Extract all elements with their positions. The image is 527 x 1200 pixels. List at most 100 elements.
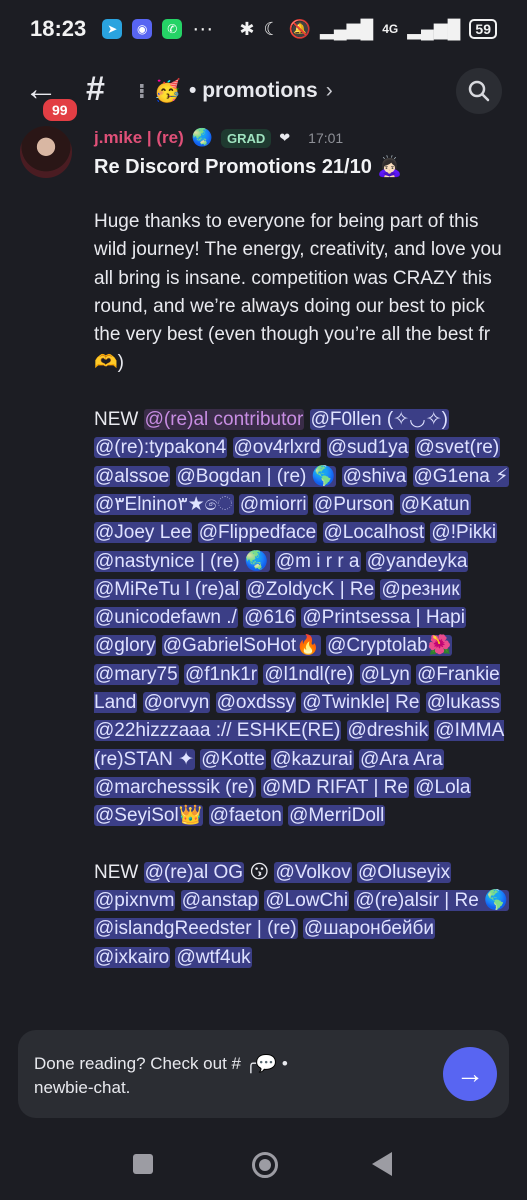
heart-icon: ❤	[279, 130, 291, 145]
divider-icon: ⁝	[138, 80, 146, 103]
whatsapp-icon: ✆	[162, 19, 183, 39]
unread-badge: 99	[40, 96, 80, 124]
user-mention[interactable]: @Kotte	[200, 748, 266, 770]
user-mention[interactable]: @резник	[380, 578, 461, 600]
user-mention[interactable]: @Flippedface	[197, 522, 318, 544]
user-mention[interactable]: @faeton	[208, 805, 283, 827]
user-mention[interactable]: @svet(re)	[414, 437, 501, 459]
composer-line-2: newbie-chat.	[34, 1078, 131, 1097]
user-mention[interactable]: @MerriDoll	[288, 805, 386, 827]
user-mention[interactable]: @22hizzzaaa :// ESHKE(RE)	[94, 720, 342, 742]
user-mention[interactable]: @Printsessa | Hapi	[301, 607, 466, 629]
user-mention[interactable]: @G1ena ⚡	[412, 465, 510, 487]
user-mention[interactable]: @٣Elnino٣★ෙ	[94, 493, 234, 515]
intro-text: Huge thanks to everyone for being part o…	[94, 211, 502, 374]
search-icon	[468, 80, 490, 102]
user-mention[interactable]: @shiva	[341, 465, 408, 487]
status-bar: 18:23 ➤ ◉ ✆ ··· ✱ ☾ 🔕 ▂▄▆█ 4G ▂▄▆█ 59	[0, 0, 527, 58]
chevron-right-icon: ›	[325, 79, 333, 102]
mute-icon: 🔕	[288, 18, 311, 39]
user-mention[interactable]: @Cryptolab🌺	[326, 635, 453, 657]
user-mention[interactable]: @MD RIFAT | Re	[260, 776, 409, 798]
user-mention[interactable]: @yandeyka	[365, 550, 469, 572]
go-button[interactable]: →	[443, 1047, 497, 1101]
user-mention[interactable]: @!Pikki	[430, 522, 498, 544]
composer-hint[interactable]: Done reading? Check out # ╭💬 • newbie-ch…	[34, 1052, 288, 1100]
channel-header: ← 99 # ⁝ 🥳 • promotions ›	[0, 58, 527, 126]
new-label: NEW	[94, 861, 139, 883]
role-mention-contributor[interactable]: @(re)al contributor	[143, 409, 305, 431]
network-type: 4G	[382, 22, 399, 36]
user-mention[interactable]: @ov4rlxrd	[232, 437, 322, 459]
android-nav-bar	[0, 1130, 527, 1200]
recents-icon[interactable]	[133, 1154, 153, 1174]
user-mention[interactable]: @шаронбейби	[302, 918, 435, 940]
user-mention[interactable]: @ixkairo	[94, 946, 171, 968]
user-mention[interactable]: @nastynice | (re) 🌏	[94, 550, 270, 572]
user-mention[interactable]: @islandgReedster | (re)	[94, 918, 298, 940]
user-mention[interactable]: @MiReTu l (re)al	[94, 578, 241, 600]
channel-hash-icon: #	[86, 70, 105, 108]
user-mention[interactable]: @(re)alsir | Re 🌎	[354, 890, 509, 912]
user-mention[interactable]: @unicodefawn ./	[94, 607, 238, 629]
user-mention[interactable]: @(re):typakon4	[94, 437, 228, 459]
user-mention[interactable]: @marchesssik (re)	[94, 776, 256, 798]
do-not-disturb-icon: ☾	[263, 18, 280, 39]
og-paragraph: NEW @(re)al OG 😗 @Volkov @Oluseyix @pixn…	[94, 859, 514, 972]
user-mention[interactable]: @kazurai	[271, 748, 354, 770]
user-mention[interactable]: @Purson	[312, 493, 395, 515]
user-mention[interactable]: @ZoldycK | Re	[245, 578, 376, 600]
message-title: Re Discord Promotions 21/10 🙇🏻‍♀️	[94, 156, 403, 178]
user-mention[interactable]: @Katun	[399, 493, 471, 515]
user-mention[interactable]: @Lola	[414, 776, 472, 798]
user-mention[interactable]: @wtf4uk	[175, 946, 252, 968]
user-mention[interactable]: @Volkov	[274, 861, 352, 883]
signal-icon-2: ▂▄▆█	[407, 18, 461, 39]
user-mention[interactable]: @orvyn	[142, 692, 211, 714]
user-mention[interactable]: @m i r r a	[274, 550, 361, 572]
search-button[interactable]	[456, 68, 502, 114]
user-mention[interactable]: @Bogdan | (re) 🌎	[175, 465, 337, 487]
user-mention[interactable]: @miorri	[238, 493, 308, 515]
user-mention[interactable]: @f1nk1r	[183, 663, 259, 685]
username[interactable]: j.mike | (re)	[94, 128, 184, 148]
user-mention[interactable]: @l1ndl(re)	[263, 663, 355, 685]
user-mention[interactable]: @Ara Ara	[359, 748, 444, 770]
role-mention-og[interactable]: @(re)al OG	[143, 861, 245, 883]
user-mention[interactable]: @mary75	[94, 663, 179, 685]
user-mention[interactable]: @dreshik	[346, 720, 430, 742]
user-mention[interactable]: @lukass	[425, 692, 501, 714]
home-icon[interactable]	[252, 1152, 278, 1178]
user-mention[interactable]: @SeyiSol👑	[94, 805, 204, 827]
user-mention[interactable]: @GabrielSoHot🔥	[161, 635, 321, 657]
user-mention[interactable]: @616	[243, 607, 297, 629]
message-header: j.mike | (re) 🌏 GRAD ❤ 17:01	[94, 128, 343, 148]
discord-icon: ◉	[132, 19, 153, 39]
user-mention[interactable]: @Joey Lee	[94, 522, 193, 544]
username-emoji: 🌏	[191, 128, 213, 147]
composer-line-1: Done reading? Check out # ╭💬 •	[34, 1054, 288, 1073]
bluetooth-icon: ✱	[239, 18, 255, 39]
grad-badge[interactable]: GRAD	[220, 128, 272, 148]
timestamp: 17:01	[308, 130, 344, 146]
channel-title[interactable]: ⁝ 🥳 • promotions ›	[138, 78, 333, 104]
avatar[interactable]	[20, 126, 72, 178]
user-mention[interactable]: @sud1ya	[326, 437, 410, 459]
telegram-icon: ➤	[102, 19, 123, 39]
user-mention[interactable]: @LowChi	[264, 890, 350, 912]
channel-name: • promotions	[189, 79, 318, 102]
new-label: NEW	[94, 409, 139, 431]
user-mention[interactable]: @Oluseyix	[357, 861, 452, 883]
user-mention[interactable]: @alssoe	[94, 465, 171, 487]
user-mention[interactable]: @oxdssy	[215, 692, 297, 714]
user-mention[interactable]: @Twinkle| Re	[301, 692, 421, 714]
og-emoji: 😗	[249, 861, 270, 883]
user-mention[interactable]: @anstap	[180, 890, 260, 912]
user-mention[interactable]: @Lyn	[359, 663, 411, 685]
back-triangle-icon[interactable]	[372, 1152, 392, 1176]
user-mention[interactable]: @F0llen (✧◡✧)	[309, 409, 449, 431]
user-mention[interactable]: @pixnvm	[94, 890, 176, 912]
battery-icon: 59	[469, 19, 497, 39]
user-mention[interactable]: @Localhost	[322, 522, 426, 544]
user-mention[interactable]: @glory	[94, 635, 157, 657]
